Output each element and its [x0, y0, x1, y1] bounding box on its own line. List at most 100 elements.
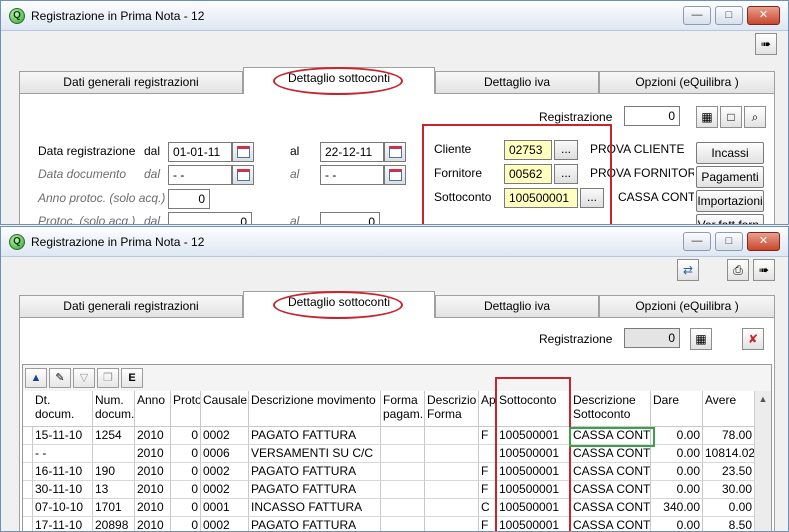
table-cell[interactable]	[425, 445, 479, 463]
table-cell[interactable]: 15-11-10	[33, 427, 93, 445]
tab-dettaglio-iva[interactable]: Dettaglio iva	[435, 71, 599, 93]
calculator-icon[interactable]: ▦	[696, 106, 718, 128]
table-cell[interactable]: PAGATO FATTURA	[249, 481, 381, 499]
row-selector[interactable]	[23, 481, 33, 499]
table-cell[interactable]: CASSA CONT.	[571, 445, 651, 463]
col-header-descrizione-sottoconto[interactable]: Descrizione Sottoconto	[571, 391, 651, 427]
table-cell[interactable]: VERSAMENTI SU C/C	[249, 445, 381, 463]
row-selector[interactable]	[23, 445, 33, 463]
table-cell[interactable]: 0	[171, 463, 201, 481]
protoc-al-field[interactable]: 0	[320, 212, 380, 224]
tab-opzioni[interactable]: Opzioni (eQuilibra )	[599, 295, 775, 317]
copy-icon[interactable]: ❐	[97, 368, 119, 388]
col-header-forma-pagam[interactable]: Forma pagam.	[381, 391, 425, 427]
table-cell[interactable]: 0.00	[651, 445, 703, 463]
table-cell[interactable]	[425, 463, 479, 481]
table-cell[interactable]: PAGATO FATTURA	[249, 463, 381, 481]
table-cell[interactable]	[425, 499, 479, 517]
table-cell[interactable]: 2010	[135, 481, 171, 499]
table-cell[interactable]: INCASSO FATTURA	[249, 499, 381, 517]
maximize-button[interactable]: □	[715, 232, 743, 251]
data-reg-dal-field[interactable]: 01-01-11	[168, 142, 232, 162]
tab-dettaglio-iva[interactable]: Dettaglio iva	[435, 295, 599, 317]
exit-door-icon[interactable]: ➠	[755, 33, 777, 55]
refresh-arrows-icon[interactable]: ⇄	[677, 259, 699, 281]
calendar-icon[interactable]	[232, 142, 254, 162]
table-cell[interactable]: - -	[33, 445, 93, 463]
table-cell[interactable]: 0001	[201, 499, 249, 517]
table-cell[interactable]: 0.00	[651, 517, 703, 531]
table-cell[interactable]: 0002	[201, 427, 249, 445]
table-cell[interactable]: 30-11-10	[33, 481, 93, 499]
table-cell[interactable]: 13	[93, 481, 135, 499]
scroll-up-arrow[interactable]: ▲	[755, 391, 771, 407]
incassi-button[interactable]: Incassi	[696, 142, 764, 164]
table-cell[interactable]: 0	[171, 427, 201, 445]
table-row[interactable]: - -2010 0 0006 VERSAMENTI SU C/C 100500001 CA…	[23, 445, 761, 463]
table-cell[interactable]: 0002	[201, 517, 249, 531]
table-cell[interactable]	[381, 499, 425, 517]
table-cell[interactable]: PAGATO FATTURA	[249, 517, 381, 531]
col-header-dare[interactable]: Dare	[651, 391, 703, 427]
col-header-descrizione-movimento[interactable]: Descrizione movimento	[249, 391, 381, 427]
col-header-avere[interactable]: Avere	[703, 391, 755, 427]
table-row[interactable]: 17-11-10 20898 2010 0 0002 PAGATO FATTURA F 100…	[23, 517, 761, 531]
table-cell[interactable]: 2010	[135, 427, 171, 445]
importazioni-button[interactable]: Importazioni	[696, 190, 764, 212]
table-cell[interactable]: 07-10-10	[33, 499, 93, 517]
tab-dati-generali[interactable]: Dati generali registrazioni	[19, 295, 243, 317]
table-cell[interactable]: 0002	[201, 463, 249, 481]
tab-opzioni[interactable]: Opzioni (eQuilibra )	[599, 71, 775, 93]
table-cell[interactable]: 20898	[93, 517, 135, 531]
table-cell[interactable]: 2010	[135, 499, 171, 517]
data-doc-dal-field[interactable]: - -	[168, 165, 232, 185]
table-cell[interactable]	[425, 517, 479, 531]
table-cell[interactable]: 78.00	[703, 427, 755, 445]
anno-protoc-field[interactable]: 0	[168, 189, 210, 209]
table-cell[interactable]	[381, 445, 425, 463]
table-cell[interactable]: 0	[171, 445, 201, 463]
close-button[interactable]: ✕	[747, 6, 780, 25]
export-excel-icon[interactable]: E	[121, 368, 143, 388]
close-button[interactable]: ✕	[747, 232, 780, 251]
table-cell[interactable]: 0002	[201, 481, 249, 499]
data-doc-al-field[interactable]: - -	[320, 165, 384, 185]
table-cell[interactable]: 0006	[201, 445, 249, 463]
col-header-causale[interactable]: Causale	[201, 391, 249, 427]
table-cell[interactable]: 0	[171, 499, 201, 517]
col-header-num-docum[interactable]: Num. docum.	[93, 391, 135, 427]
col-header-proto[interactable]: Proto	[171, 391, 201, 427]
row-selector[interactable]	[23, 427, 33, 445]
table-row[interactable]: 16-11-10 190 2010 0 0002 PAGATO FATTURA F 10050…	[23, 463, 761, 481]
table-cell[interactable]	[425, 481, 479, 499]
table-cell[interactable]	[381, 427, 425, 445]
table-cell[interactable]: 1254	[93, 427, 135, 445]
calendar-icon[interactable]	[384, 142, 406, 162]
table-cell[interactable]	[381, 517, 425, 531]
table-cell[interactable]: 0.00	[651, 427, 703, 445]
table-cell[interactable]: PAGATO FATTURA	[249, 427, 381, 445]
col-header-descrizio-forma[interactable]: Descrizio Forma	[425, 391, 479, 427]
table-cell[interactable]: 340.00	[651, 499, 703, 517]
table-row[interactable]: 07-10-10 1701 2010 0 0001 INCASSO FATTURA C 100…	[23, 499, 761, 517]
row-selector[interactable]	[23, 463, 33, 481]
table-cell[interactable]: 2010	[135, 445, 171, 463]
registrazione-field[interactable]: 0	[624, 328, 680, 348]
table-cell[interactable]: 16-11-10	[33, 463, 93, 481]
table-cell[interactable]: 0	[171, 481, 201, 499]
delete-record-icon[interactable]: ✘	[742, 328, 764, 350]
table-cell[interactable]: 0.00	[651, 481, 703, 499]
filter-icon[interactable]: ▽	[73, 368, 95, 388]
table-cell[interactable]: 2010	[135, 463, 171, 481]
calendar-icon[interactable]	[384, 165, 406, 185]
protoc-dal-field[interactable]: 0	[168, 212, 252, 224]
edit-rows-icon[interactable]: ✎	[49, 368, 71, 388]
table-cell[interactable]	[381, 463, 425, 481]
table-cell[interactable]: 23.50	[703, 463, 755, 481]
table-cell[interactable]: 17-11-10	[33, 517, 93, 531]
table-cell[interactable]	[93, 445, 135, 463]
row-selector[interactable]	[23, 517, 33, 531]
data-reg-al-field[interactable]: 22-12-11	[320, 142, 384, 162]
row-selector[interactable]	[23, 499, 33, 517]
minimize-button[interactable]: —	[683, 232, 711, 251]
